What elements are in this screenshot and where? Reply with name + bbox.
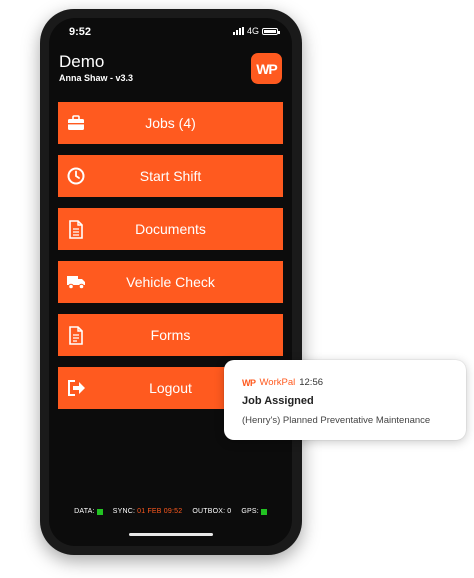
outbox-value: 0	[227, 508, 232, 515]
notification-time: 12:56	[299, 377, 324, 388]
vehicle-check-button[interactable]: Vehicle Check	[58, 261, 283, 303]
home-indicator[interactable]	[129, 533, 213, 536]
documents-label: Documents	[135, 221, 206, 237]
outbox-label: OUTBOX:	[192, 508, 226, 515]
push-notification[interactable]: WP WorkPal 12:56 Job Assigned (Henry's) …	[224, 360, 466, 440]
forms-label: Forms	[150, 327, 191, 343]
phone-screen: 9:52 4G Demo Anna Shaw - v3.3 WP Jobs (4…	[49, 18, 292, 546]
gps-status: GPS:	[241, 508, 267, 515]
notification-header: WP WorkPal 12:56	[242, 377, 323, 388]
document-icon	[66, 219, 86, 239]
start-shift-button[interactable]: Start Shift	[58, 155, 283, 197]
page-title: Demo	[59, 52, 105, 71]
logout-label: Logout	[149, 380, 192, 396]
sync-label: SYNC:	[112, 508, 136, 515]
start-shift-label: Start Shift	[139, 168, 202, 184]
gps-label: GPS:	[241, 508, 259, 515]
battery-icon	[262, 27, 280, 35]
vehicle-check-label: Vehicle Check	[126, 274, 215, 290]
forms-button[interactable]: Forms	[58, 314, 283, 356]
notification-app-name: WorkPal	[259, 377, 296, 388]
signal-icon	[232, 27, 244, 35]
logout-icon	[66, 378, 86, 398]
sync-value: 01 FEB 09:52	[137, 508, 183, 515]
briefcase-icon	[66, 113, 86, 133]
status-indicators: 4G	[232, 26, 280, 36]
status-footer: DATA: SYNC: 01 FEB 09:52 OUTBOX: 0 GPS:	[49, 508, 292, 515]
stage: 9:52 4G Demo Anna Shaw - v3.3 WP Jobs (4…	[0, 0, 474, 578]
user-version-label: Anna Shaw - v3.3	[59, 73, 134, 83]
data-indicator-icon	[96, 508, 103, 515]
workpal-logo-icon: WP	[242, 377, 256, 388]
form-icon	[66, 325, 86, 345]
status-time: 9:52	[69, 26, 92, 38]
sync-status: SYNC: 01 FEB 09:52	[113, 508, 183, 515]
network-label: 4G	[246, 26, 259, 36]
data-status: DATA:	[74, 508, 103, 515]
notification-body: (Henry's) Planned Preventative Maintenan…	[242, 415, 431, 426]
jobs-label: Jobs (4)	[145, 115, 196, 131]
documents-button[interactable]: Documents	[58, 208, 283, 250]
jobs-button[interactable]: Jobs (4)	[58, 102, 283, 144]
clock-icon	[66, 166, 86, 186]
truck-icon	[66, 272, 86, 292]
workpal-logo: WP	[251, 53, 282, 84]
notification-title: Job Assigned	[242, 395, 314, 407]
gps-indicator-icon	[260, 508, 267, 515]
outbox-status: OUTBOX: 0	[192, 508, 231, 515]
data-label: DATA:	[74, 508, 95, 515]
